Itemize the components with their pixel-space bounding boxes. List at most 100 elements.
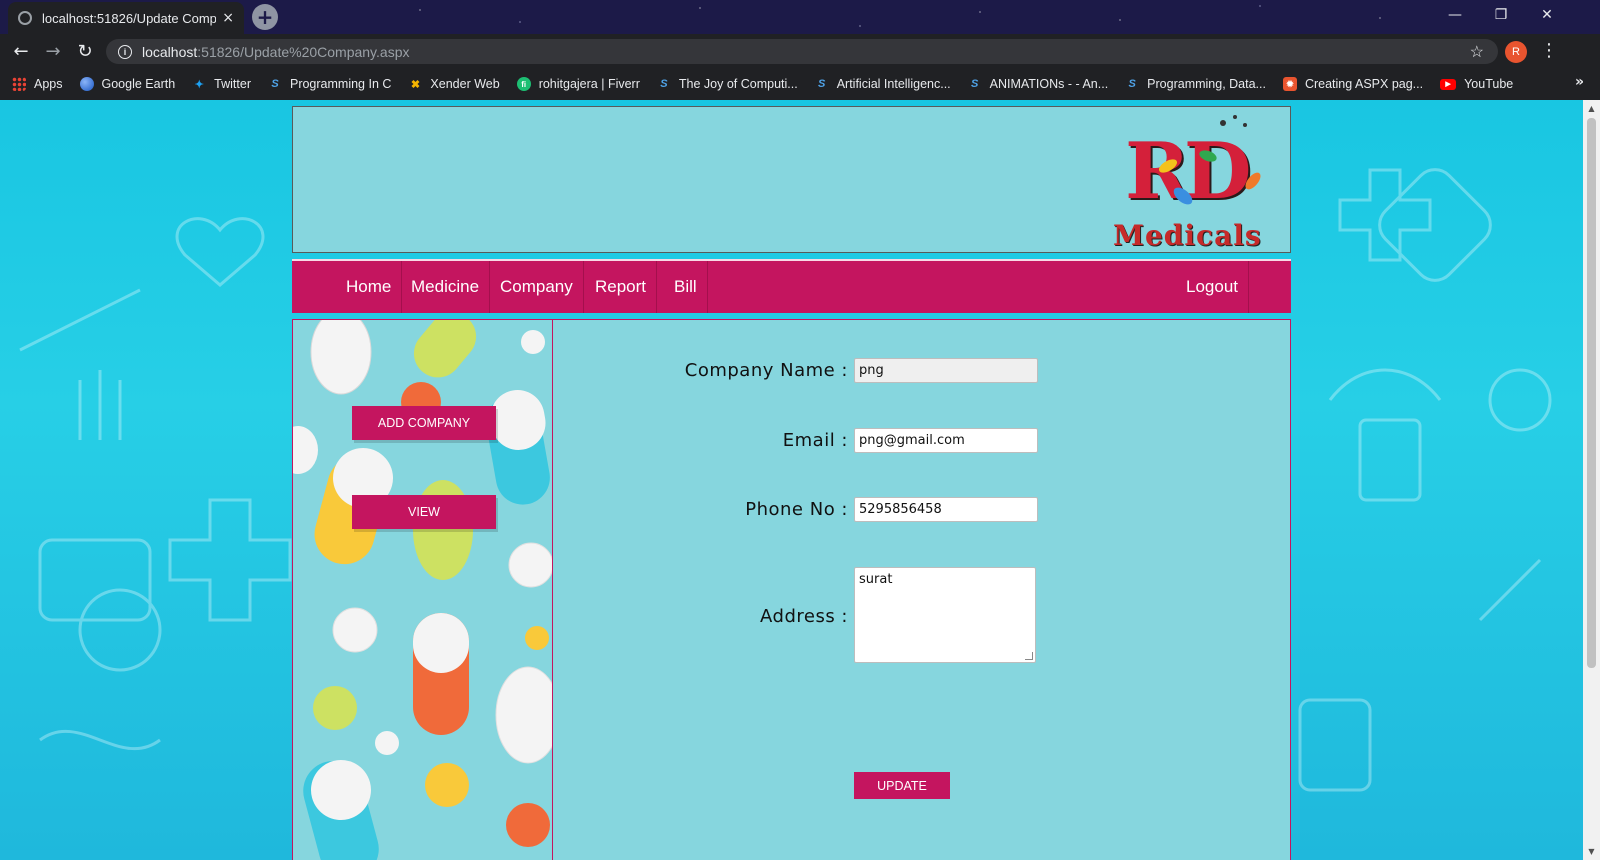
bookmark-label: Google Earth bbox=[101, 77, 176, 91]
cross-doodle bbox=[1338, 168, 1432, 262]
bookmark-youtube[interactable]: ▶ YouTube bbox=[1440, 77, 1513, 91]
bookmarks-bar: Apps Google Earth ✦ Twitter S Programmin… bbox=[0, 68, 1600, 100]
twitter-icon: ✦ bbox=[194, 78, 204, 91]
google-earth-icon bbox=[79, 77, 94, 91]
wave-doodle bbox=[39, 729, 161, 751]
forward-arrow-icon[interactable]: → bbox=[41, 39, 65, 63]
main-nav-menu: Home Medicine Company Report Bill Logout bbox=[292, 259, 1291, 313]
circle-doodle bbox=[78, 588, 162, 672]
nav-bill[interactable]: Bill bbox=[664, 261, 708, 313]
add-company-button[interactable]: ADD COMPANY bbox=[352, 406, 496, 440]
page-scrollbar[interactable]: ▲ ▼ bbox=[1583, 100, 1600, 860]
s-logo-icon: S bbox=[271, 78, 279, 90]
nav-logout[interactable]: Logout bbox=[1176, 261, 1249, 313]
fiverr-icon: fi bbox=[516, 77, 531, 91]
bookmark-label: Programming In C bbox=[289, 77, 392, 91]
address-textarea[interactable]: surat bbox=[854, 567, 1036, 663]
s-logo-icon: S bbox=[970, 78, 979, 90]
phone-input[interactable] bbox=[854, 497, 1038, 522]
site-info-icon[interactable]: i bbox=[118, 44, 132, 59]
update-button[interactable]: UPDATE bbox=[854, 772, 950, 799]
email-label: Email : bbox=[782, 430, 848, 451]
main-content-panel: ADD COMPANY VIEW Company Name : Email : … bbox=[292, 319, 1291, 860]
back-arrow-icon[interactable]: ← bbox=[9, 39, 33, 63]
view-button[interactable]: VIEW bbox=[352, 495, 496, 529]
scroll-down-icon[interactable]: ▼ bbox=[1583, 843, 1600, 860]
bookmarks-overflow-icon[interactable]: » bbox=[1575, 74, 1584, 90]
close-window-button[interactable]: ✕ bbox=[1524, 0, 1570, 30]
bookmark-apps[interactable]: Apps bbox=[12, 77, 63, 91]
syringe-doodle bbox=[1478, 558, 1542, 622]
address-bar[interactable]: i localhost:51826/Update%20Company.aspx … bbox=[106, 39, 1498, 64]
clipboard-doodle bbox=[1358, 418, 1422, 502]
bookmark-artificial-intelligence[interactable]: S Artificial Intelligenc... bbox=[815, 77, 951, 91]
tab-title: localhost:51826/Update Company bbox=[42, 10, 217, 26]
logo-tagline: Medicals bbox=[1113, 219, 1262, 252]
minimize-button[interactable]: — bbox=[1432, 0, 1478, 30]
youtube-icon: ▶ bbox=[1440, 78, 1457, 90]
heart-doodle bbox=[175, 217, 265, 287]
clipboard-doodle bbox=[1298, 698, 1372, 792]
bookmark-label: Creating ASPX pag... bbox=[1304, 77, 1424, 91]
bookmark-label: ANIMATIONs - - An... bbox=[989, 77, 1109, 91]
page-viewport: RD Medicals Home Medicine Company Report… bbox=[0, 100, 1600, 860]
apps-grid-icon bbox=[12, 77, 26, 91]
restore-button[interactable]: ❐ bbox=[1478, 0, 1524, 30]
s-logo-icon: S bbox=[1128, 78, 1136, 90]
stethoscope-doodle bbox=[1328, 368, 1442, 401]
company-name-input[interactable] bbox=[854, 358, 1038, 383]
address-text: surat bbox=[859, 572, 893, 587]
scrollbar-thumb[interactable] bbox=[1587, 118, 1596, 668]
bookmark-programming-data[interactable]: S Programming, Data... bbox=[1125, 77, 1266, 91]
bookmark-programming-in-c[interactable]: S Programming In C bbox=[268, 77, 391, 91]
bookmark-label: Twitter bbox=[214, 77, 251, 91]
address-label: Address : bbox=[760, 606, 848, 627]
test-tube-doodle bbox=[78, 370, 122, 440]
phone-label: Phone No : bbox=[745, 499, 848, 520]
bookmark-google-earth[interactable]: Google Earth bbox=[79, 77, 176, 91]
rd-medicals-logo[interactable]: RD Medicals bbox=[1113, 111, 1289, 252]
reload-icon[interactable]: ↻ bbox=[73, 39, 97, 63]
bookmark-label: Apps bbox=[34, 77, 63, 91]
email-input[interactable] bbox=[854, 428, 1038, 453]
bookmark-label: rohitgajera | Fiverr bbox=[538, 77, 640, 91]
aspx-icon: ✹ bbox=[1282, 77, 1297, 91]
s-logo-icon: S bbox=[660, 78, 668, 90]
bookmark-joy-of-computing[interactable]: S The Joy of Computi... bbox=[657, 77, 798, 91]
bookmark-twitter[interactable]: ✦ Twitter bbox=[192, 77, 251, 91]
bookmark-star-icon[interactable]: ☆ bbox=[1470, 42, 1484, 62]
tab-close-icon[interactable]: × bbox=[222, 10, 234, 26]
new-tab-button[interactable]: + bbox=[252, 4, 278, 30]
pills-illustration bbox=[293, 320, 552, 860]
nav-home[interactable]: Home bbox=[336, 261, 403, 313]
scroll-up-icon[interactable]: ▲ bbox=[1583, 100, 1600, 117]
url-path: :51826/Update%20Company.aspx bbox=[197, 43, 410, 60]
nav-company[interactable]: Company bbox=[490, 261, 584, 313]
bookmark-label: Xender Web bbox=[430, 77, 500, 91]
bookmark-animations[interactable]: S ANIMATIONs - - An... bbox=[968, 77, 1109, 91]
browser-tab-active[interactable]: localhost:51826/Update Company × bbox=[8, 2, 244, 34]
bookmark-label: YouTube bbox=[1464, 77, 1514, 91]
profile-avatar[interactable]: R bbox=[1505, 41, 1527, 63]
xender-icon: ✖ bbox=[410, 78, 421, 91]
url-host: localhost bbox=[142, 43, 198, 60]
resize-grip-icon[interactable] bbox=[1025, 652, 1033, 660]
globe-icon bbox=[18, 11, 32, 25]
nav-report[interactable]: Report bbox=[585, 261, 658, 313]
nav-medicine[interactable]: Medicine bbox=[401, 261, 491, 313]
bookmark-label: The Joy of Computi... bbox=[678, 77, 798, 91]
company-name-label: Company Name : bbox=[684, 360, 848, 381]
bookmark-fiverr[interactable]: fi rohitgajera | Fiverr bbox=[516, 77, 640, 91]
browser-menu-icon[interactable]: ⋮ bbox=[1540, 40, 1558, 61]
kit-doodle bbox=[38, 538, 152, 622]
line-doodle bbox=[19, 288, 141, 352]
bookmark-xender-web[interactable]: ✖ Xender Web bbox=[408, 77, 500, 91]
side-panel: ADD COMPANY VIEW bbox=[293, 320, 553, 860]
pill-box-doodle bbox=[1378, 168, 1492, 282]
bookmark-label: Programming, Data... bbox=[1147, 77, 1266, 91]
cross-doodle bbox=[168, 498, 292, 622]
bookmark-creating-aspx[interactable]: ✹ Creating ASPX pag... bbox=[1282, 77, 1424, 91]
circle-doodle bbox=[1488, 368, 1552, 432]
browser-tab-strip: localhost:51826/Update Company × + — ❐ ✕ bbox=[0, 0, 1600, 34]
site-header: RD Medicals bbox=[292, 106, 1291, 253]
